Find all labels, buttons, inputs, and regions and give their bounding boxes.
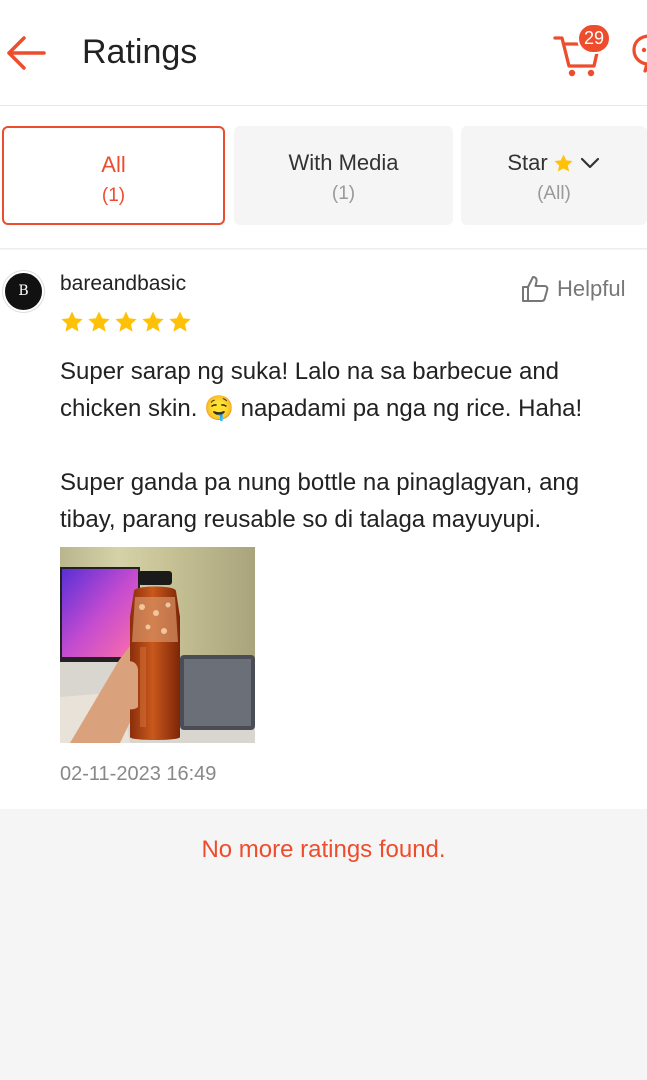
filter-count: (1) [101, 185, 126, 206]
review-card: B bareandbasic Helpful Super sarap ng su… [0, 250, 647, 809]
filter-tab-with-media[interactable]: With Media (1) [234, 126, 453, 225]
filter-label: All [101, 152, 126, 177]
chat-icon [632, 34, 647, 73]
review-photo-image [60, 547, 255, 743]
filter-star-label-row: Star [461, 150, 647, 176]
rating-stars [60, 310, 192, 334]
star-icon [88, 311, 110, 332]
star-icon [554, 154, 573, 172]
chevron-down-icon [580, 157, 599, 169]
review-paragraph: Super ganda pa nung bottle na pinaglagya… [60, 469, 580, 533]
filter-count: (1) [331, 183, 356, 204]
rating-filters: All (1) With Media (1) Star (All) [0, 106, 647, 249]
review-paragraph: Super sarap ng suka! Lalo na sa barbecue… [60, 358, 583, 422]
review-text: Super sarap ng suka! Lalo na sa barbecue… [60, 353, 640, 538]
filter-tab-star[interactable]: Star (All) [461, 126, 647, 225]
star-icon [142, 311, 164, 332]
back-arrow-icon [7, 36, 46, 70]
filter-label: Star [507, 150, 548, 175]
star-icon [169, 311, 191, 332]
filter-tab-all[interactable]: All (1) [2, 126, 225, 225]
top-bar: Ratings 29 [0, 0, 647, 106]
filter-count: (All) [537, 183, 571, 204]
review-timestamp: 02-11-2023 16:49 [60, 763, 217, 785]
filter-label: With Media [288, 150, 399, 175]
no-more-ratings-text: No more ratings found. [201, 836, 446, 863]
helpful-label: Helpful [557, 276, 626, 301]
cart-count-badge: 29 [577, 23, 612, 54]
helpful-button[interactable]: Helpful [520, 274, 625, 304]
thumbs-up-icon [522, 276, 549, 302]
star-icon [61, 311, 83, 332]
reviewer-username: bareandbasic [60, 272, 187, 295]
chat-button[interactable] [630, 30, 647, 76]
back-button[interactable] [4, 31, 48, 75]
page-title: Ratings [82, 33, 198, 71]
star-icon [115, 311, 137, 332]
review-photo[interactable] [60, 547, 255, 743]
avatar[interactable]: B [3, 271, 44, 312]
